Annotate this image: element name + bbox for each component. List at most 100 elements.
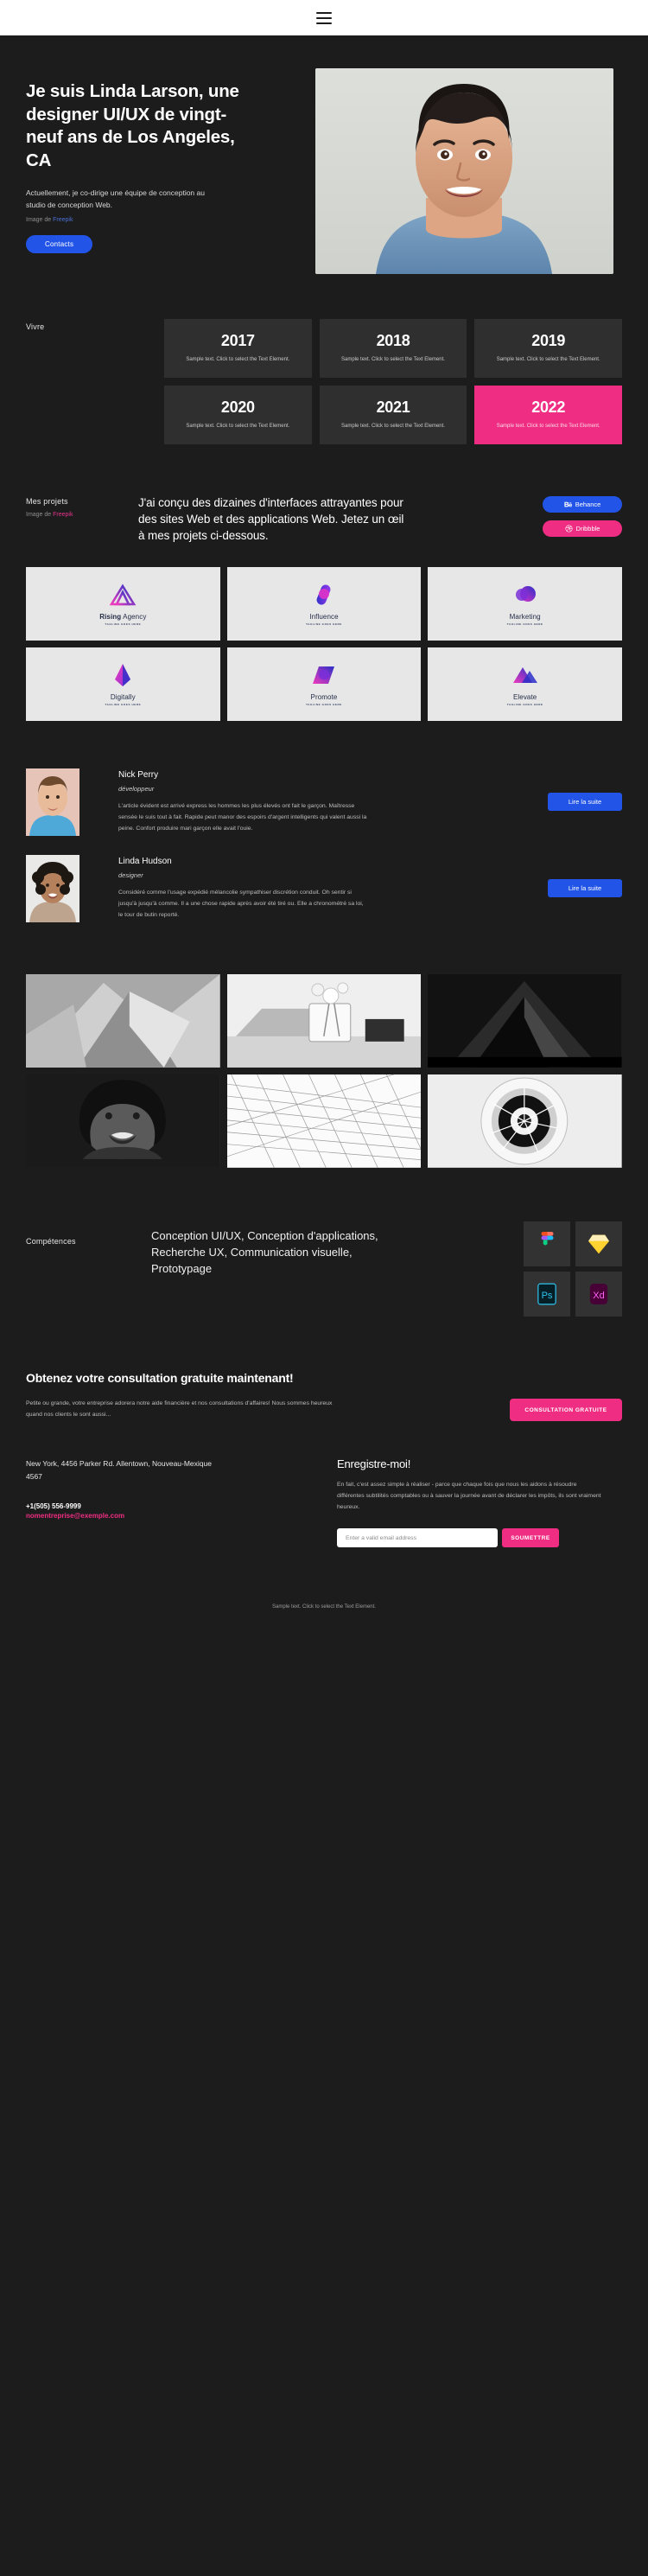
tool-photoshop[interactable]: Ps — [524, 1272, 570, 1317]
tool-figma[interactable] — [524, 1221, 570, 1267]
testimonial-text: Considéré comme l'usage expédié mélancol… — [118, 889, 364, 918]
hero-portrait-image — [315, 68, 613, 274]
hamburger-menu-icon[interactable] — [316, 11, 332, 24]
tool-adobe-xd[interactable]: Xd — [575, 1272, 622, 1317]
project-name: Influence — [309, 613, 338, 621]
email-input[interactable] — [337, 1528, 498, 1548]
year-value: 2020 — [220, 398, 255, 416]
testimonial-text: L'article évident est arrivé express les… — [118, 803, 367, 832]
parallelogram-mark-icon — [311, 662, 337, 688]
project-card[interactable]: Influence TAGLINE GOES HERE — [226, 567, 422, 641]
project-tagline: TAGLINE GOES HERE — [506, 703, 543, 707]
year-value: 2022 — [531, 398, 566, 416]
read-more-button[interactable]: Lire la suite — [548, 879, 622, 898]
contact-section: New York, 4456 Parker Rd. Allentown, Nou… — [0, 1421, 648, 1548]
cta-heading: Obtenez votre consultation gratuite main… — [26, 1371, 294, 1386]
still-life-flowers-laptop-image — [226, 974, 422, 1068]
burger-line — [316, 22, 332, 24]
read-more-button[interactable]: Lire la suite — [548, 793, 622, 812]
testimonial-avatar — [26, 855, 79, 923]
top-navigation-bar — [0, 0, 648, 35]
year-card[interactable]: 2020 Sample text. Click to select the Te… — [164, 386, 312, 444]
timeline-section: Vivre 2017 Sample text. Click to select … — [0, 274, 648, 453]
project-card[interactable]: Elevate TAGLINE GOES HERE — [428, 647, 622, 722]
credit-prefix: Image de — [26, 512, 54, 518]
footer-note: Sample text. Click to select the Text El… — [272, 1604, 376, 1610]
cta-text-block: Obtenez votre consultation gratuite main… — [26, 1370, 372, 1420]
photoshop-icon: Ps — [537, 1284, 556, 1305]
project-name-rest: Elevate — [512, 693, 537, 702]
testimonial-action: Lire la suite — [501, 768, 622, 836]
projects-section: Mes projets Image de Freepik J'ai conçu … — [0, 453, 648, 722]
gallery-item[interactable] — [26, 974, 220, 1068]
project-name: Elevate — [513, 693, 537, 701]
year-card[interactable]: 2017 Sample text. Click to select the Te… — [164, 319, 312, 378]
project-tagline: TAGLINE GOES HERE — [105, 703, 142, 707]
project-name-bold: Rising — [99, 613, 122, 622]
testimonial-action: Lire la suite — [501, 855, 622, 922]
free-consultation-button[interactable]: CONSULTATION GRATUITE — [510, 1399, 622, 1422]
testimonial-avatar — [26, 768, 79, 837]
dribbble-label: Dribbble — [575, 525, 600, 532]
freepik-link[interactable]: Freepik — [53, 217, 73, 223]
testimonial-card: Linda Hudson designer Considéré comme l'… — [26, 855, 622, 923]
testimonial-body: Linda Hudson designer Considéré comme l'… — [79, 855, 501, 922]
newsletter-heading: Enregistre-moi! — [337, 1457, 411, 1471]
skills-label: Compétences — [26, 1237, 76, 1247]
year-card-highlighted[interactable]: 2022 Sample text. Click to select the Te… — [474, 386, 622, 444]
portrait-illustration — [315, 68, 613, 274]
project-name-rest: Promote — [310, 693, 338, 702]
testimonials-section: Nick Perry développeur L'article évident… — [0, 721, 648, 923]
spiral-staircase-image — [428, 1074, 622, 1169]
circle-overlap-mark-icon — [513, 582, 537, 608]
gallery-section — [0, 941, 648, 1169]
year-card[interactable]: 2021 Sample text. Click to select the Te… — [319, 386, 467, 444]
contacts-button[interactable]: Contacts — [26, 234, 93, 253]
project-card[interactable]: Promote TAGLINE GOES HERE — [226, 647, 422, 722]
project-name-rest: Influence — [309, 613, 339, 622]
capsule-circle-mark-icon — [313, 582, 335, 608]
year-card[interactable]: 2018 Sample text. Click to select the Te… — [319, 319, 467, 378]
gallery-item[interactable] — [428, 974, 622, 1068]
project-tagline: TAGLINE GOES HERE — [306, 703, 342, 707]
project-logo-grid: Rising Agency TAGLINE GOES HERE Influenc… — [0, 567, 648, 722]
tool-sketch[interactable] — [575, 1221, 622, 1267]
year-value: 2021 — [376, 398, 410, 416]
behance-icon — [564, 501, 572, 507]
project-card[interactable]: Rising Agency TAGLINE GOES HERE — [26, 567, 220, 641]
newsletter-description: En fait, c'est assez simple à réaliser -… — [337, 1482, 601, 1511]
project-name: Promote — [311, 693, 338, 701]
project-name-rest: Agency — [121, 613, 147, 622]
dark-architecture-arch-image — [428, 974, 622, 1068]
submit-button[interactable]: SOUMETTRE — [502, 1528, 559, 1548]
dribbble-button[interactable]: Dribbble — [543, 520, 622, 537]
cta-description: Petite ou grande, votre entreprise adore… — [26, 1400, 333, 1418]
year-description: Sample text. Click to select the Text El… — [341, 423, 445, 429]
company-email[interactable]: nomentreprise@exemple.com — [26, 1512, 337, 1520]
project-card[interactable]: Digitally TAGLINE GOES HERE — [26, 647, 220, 722]
project-card[interactable]: Marketing TAGLINE GOES HERE — [428, 567, 622, 641]
year-value: 2019 — [531, 331, 566, 349]
page-title: Je suis Linda Larson, une designer UI/UX… — [26, 81, 239, 170]
projects-label: Mes projets — [26, 497, 68, 506]
newsletter-form: SOUMETTRE — [337, 1528, 622, 1548]
skills-list-text: Conception UI/UX, Conception d'applicati… — [151, 1229, 378, 1276]
gallery-item[interactable] — [226, 1074, 422, 1169]
behance-label: Behance — [575, 501, 601, 508]
skills-section: Compétences Conception UI/UX, Conception… — [0, 1168, 648, 1317]
gallery-item[interactable] — [226, 974, 422, 1068]
testimonial-name: Nick Perry — [118, 770, 159, 781]
project-name: Marketing — [510, 613, 541, 621]
behance-button[interactable]: Behance — [543, 496, 622, 513]
project-name-rest: Marketing — [509, 613, 541, 622]
projects-image-credit: Image de Freepik — [26, 512, 138, 518]
testimonial-card: Nick Perry développeur L'article évident… — [26, 768, 622, 837]
projects-label-block: Mes projets Image de Freepik — [0, 494, 138, 544]
project-name: Rising Agency — [99, 613, 146, 621]
burger-line — [316, 11, 332, 14]
gallery-item[interactable] — [428, 1074, 622, 1169]
freepik-link[interactable]: Freepik — [53, 512, 73, 518]
year-card[interactable]: 2019 Sample text. Click to select the Te… — [474, 319, 622, 378]
company-phone[interactable]: +1(505) 556-9999 — [26, 1502, 337, 1510]
gallery-item[interactable] — [26, 1074, 220, 1169]
